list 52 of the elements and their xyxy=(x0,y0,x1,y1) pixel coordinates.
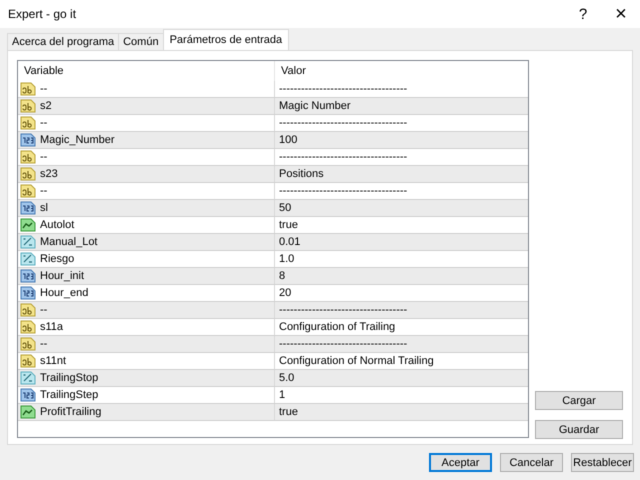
ok-button[interactable]: Aceptar xyxy=(429,453,492,472)
save-button[interactable]: Guardar xyxy=(535,420,623,439)
variable-name: Hour_init xyxy=(40,270,84,282)
column-header[interactable]: Variable xyxy=(18,61,274,81)
parameter-value[interactable]: Magic Number xyxy=(279,100,351,112)
parameter-value[interactable]: 1.0 xyxy=(279,253,294,265)
variable-name: -- xyxy=(40,185,48,197)
cancel-button[interactable]: Cancelar xyxy=(500,453,563,472)
variable-name: -- xyxy=(40,117,48,129)
variable-name: s11nt xyxy=(40,355,66,367)
variable-name: s2 xyxy=(40,100,52,112)
variable-name: -- xyxy=(40,304,48,316)
parameter-value[interactable]: ----------------------------------- xyxy=(279,185,408,197)
parameter-value[interactable]: Positions xyxy=(279,168,324,180)
variable-name: Riesgo xyxy=(40,253,74,265)
variable-name: Autolot xyxy=(40,219,74,231)
variable-name: Magic_Number xyxy=(40,134,115,146)
parameter-value[interactable]: 5.0 xyxy=(279,372,294,384)
parameter-value[interactable]: ----------------------------------- xyxy=(279,151,408,163)
parameter-value[interactable]: true xyxy=(279,219,298,231)
variable-name: -- xyxy=(40,151,48,163)
parameter-value[interactable]: 50 xyxy=(279,202,292,214)
parameter-value[interactable]: 20 xyxy=(279,287,292,299)
parameter-value[interactable]: ----------------------------------- xyxy=(279,83,408,95)
variable-name: -- xyxy=(40,83,48,95)
variable-name: TrailingStep xyxy=(40,389,98,401)
variable-name: ProfitTrailing xyxy=(40,406,102,418)
variable-name: s11a xyxy=(40,321,64,333)
parameter-value[interactable]: true xyxy=(279,406,298,418)
reset-button[interactable]: Restablecer xyxy=(571,453,634,472)
parameter-value[interactable]: ----------------------------------- xyxy=(279,117,408,129)
window-title: Expert - go it xyxy=(8,7,78,21)
column-header[interactable]: Valor xyxy=(274,61,528,81)
tab[interactable]: Parámetros de entrada xyxy=(162,29,290,50)
variable-name: s23 xyxy=(40,168,58,180)
tab[interactable]: Acerca del programa xyxy=(7,33,120,50)
parameter-value[interactable]: Configuration of Trailing xyxy=(279,321,396,333)
parameter-value[interactable]: ----------------------------------- xyxy=(279,304,408,316)
variable-name: Hour_end xyxy=(40,287,88,299)
load-button[interactable]: Cargar xyxy=(535,391,623,410)
close-button[interactable]: × xyxy=(602,0,640,28)
parameter-value[interactable]: 8 xyxy=(279,270,286,282)
parameter-value[interactable]: Configuration of Normal Trailing xyxy=(279,355,434,367)
variable-name: -- xyxy=(40,338,48,350)
parameter-value[interactable]: 1 xyxy=(279,389,286,401)
variable-name: sl xyxy=(40,202,48,214)
parameter-value[interactable]: 0.01 xyxy=(279,236,300,248)
variable-name: TrailingStop xyxy=(40,372,98,384)
variable-name: Manual_Lot xyxy=(40,236,98,248)
parameter-value[interactable]: ----------------------------------- xyxy=(279,338,408,350)
help-button[interactable]: ? xyxy=(564,0,602,28)
parameter-value[interactable]: 100 xyxy=(279,134,298,146)
